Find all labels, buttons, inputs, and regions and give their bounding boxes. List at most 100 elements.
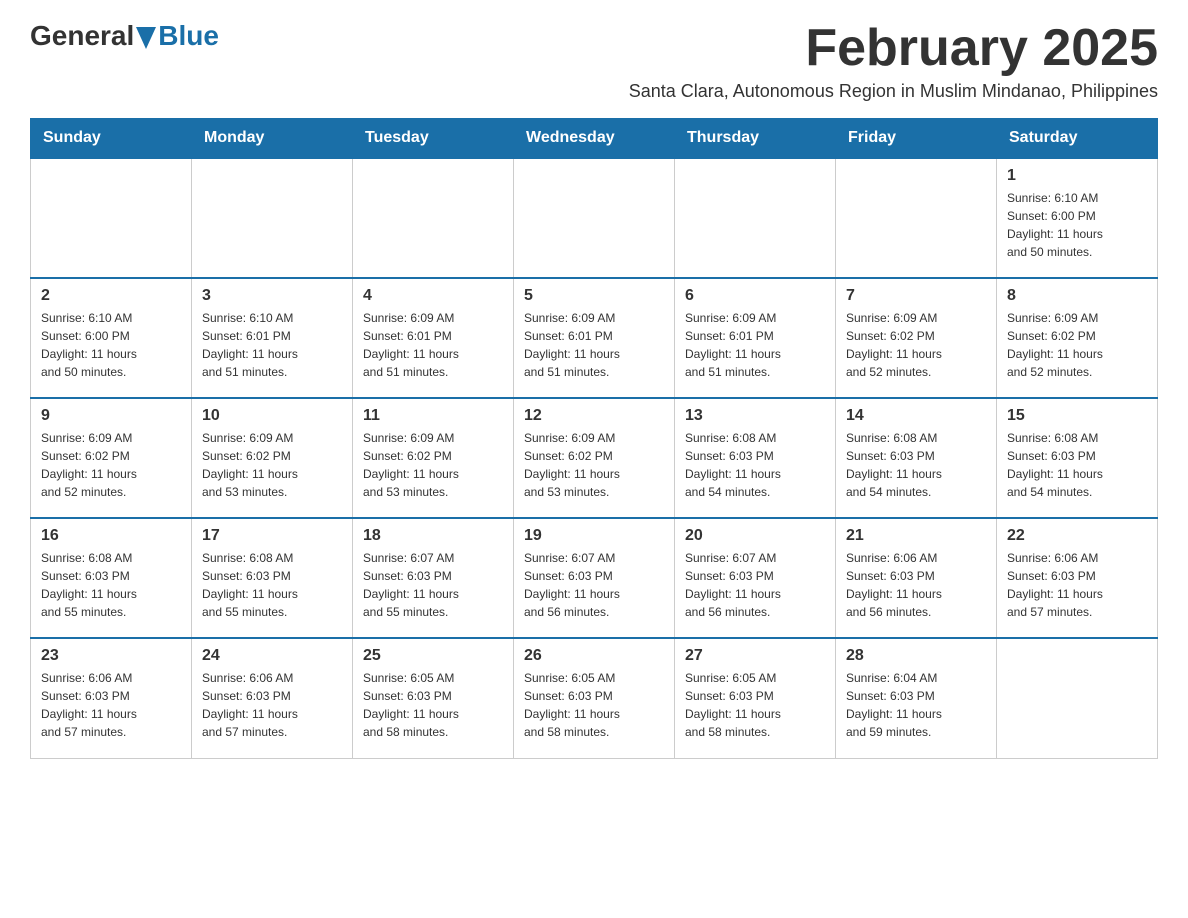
- day-info: Sunrise: 6:09 AM Sunset: 6:01 PM Dayligh…: [363, 309, 503, 381]
- calendar-cell: 2 Sunrise: 6:10 AM Sunset: 6:00 PM Daylig…: [31, 278, 192, 398]
- day-info: Sunrise: 6:07 AM Sunset: 6:03 PM Dayligh…: [363, 549, 503, 621]
- day-number: 16: [41, 527, 181, 545]
- calendar-cell: 7 Sunrise: 6:09 AM Sunset: 6:02 PM Daylig…: [836, 278, 997, 398]
- day-info: Sunrise: 6:08 AM Sunset: 6:03 PM Dayligh…: [846, 429, 986, 501]
- calendar-cell: [31, 158, 192, 278]
- title-area: February 2025 Santa Clara, Autonomous Re…: [629, 20, 1158, 102]
- day-number: 5: [524, 287, 664, 305]
- logo-top: General Blue: [30, 20, 219, 52]
- day-number: 12: [524, 407, 664, 425]
- weekday-row: SundayMondayTuesdayWednesdayThursdayFrid…: [31, 119, 1158, 159]
- day-info: Sunrise: 6:09 AM Sunset: 6:02 PM Dayligh…: [41, 429, 181, 501]
- week-row-4: 23 Sunrise: 6:06 AM Sunset: 6:03 PM Dayli…: [31, 638, 1158, 758]
- day-number: 23: [41, 647, 181, 665]
- calendar-table: SundayMondayTuesdayWednesdayThursdayFrid…: [30, 118, 1158, 759]
- day-info: Sunrise: 6:09 AM Sunset: 6:02 PM Dayligh…: [202, 429, 342, 501]
- day-info: Sunrise: 6:05 AM Sunset: 6:03 PM Dayligh…: [524, 669, 664, 741]
- calendar-cell: 16 Sunrise: 6:08 AM Sunset: 6:03 PM Dayli…: [31, 518, 192, 638]
- day-info: Sunrise: 6:06 AM Sunset: 6:03 PM Dayligh…: [202, 669, 342, 741]
- calendar-cell: 17 Sunrise: 6:08 AM Sunset: 6:03 PM Dayli…: [192, 518, 353, 638]
- day-number: 4: [363, 287, 503, 305]
- logo-general-text: General: [30, 20, 134, 52]
- calendar-cell: 14 Sunrise: 6:08 AM Sunset: 6:03 PM Dayli…: [836, 398, 997, 518]
- day-info: Sunrise: 6:08 AM Sunset: 6:03 PM Dayligh…: [202, 549, 342, 621]
- day-number: 21: [846, 527, 986, 545]
- week-row-1: 2 Sunrise: 6:10 AM Sunset: 6:00 PM Daylig…: [31, 278, 1158, 398]
- day-info: Sunrise: 6:06 AM Sunset: 6:03 PM Dayligh…: [41, 669, 181, 741]
- day-number: 15: [1007, 407, 1147, 425]
- calendar-cell: 20Sunrise: 6:07 AM Sunset: 6:03 PM Dayli…: [675, 518, 836, 638]
- day-info: Sunrise: 6:06 AM Sunset: 6:03 PM Dayligh…: [1007, 549, 1147, 621]
- calendar-cell: 24Sunrise: 6:06 AM Sunset: 6:03 PM Dayli…: [192, 638, 353, 758]
- day-info: Sunrise: 6:09 AM Sunset: 6:01 PM Dayligh…: [685, 309, 825, 381]
- day-number: 9: [41, 407, 181, 425]
- day-number: 1: [1007, 167, 1147, 185]
- day-number: 17: [202, 527, 342, 545]
- calendar-cell: 11 Sunrise: 6:09 AM Sunset: 6:02 PM Dayli…: [353, 398, 514, 518]
- day-info: Sunrise: 6:04 AM Sunset: 6:03 PM Dayligh…: [846, 669, 986, 741]
- calendar-cell: [192, 158, 353, 278]
- logo: General Blue: [30, 20, 219, 52]
- day-info: Sunrise: 6:05 AM Sunset: 6:03 PM Dayligh…: [363, 669, 503, 741]
- day-number: 18: [363, 527, 503, 545]
- day-info: Sunrise: 6:06 AM Sunset: 6:03 PM Dayligh…: [846, 549, 986, 621]
- calendar-cell: 19Sunrise: 6:07 AM Sunset: 6:03 PM Dayli…: [514, 518, 675, 638]
- day-info: Sunrise: 6:09 AM Sunset: 6:02 PM Dayligh…: [1007, 309, 1147, 381]
- week-row-2: 9 Sunrise: 6:09 AM Sunset: 6:02 PM Daylig…: [31, 398, 1158, 518]
- day-info: Sunrise: 6:10 AM Sunset: 6:01 PM Dayligh…: [202, 309, 342, 381]
- calendar-cell: 22 Sunrise: 6:06 AM Sunset: 6:03 PM Dayli…: [997, 518, 1158, 638]
- day-info: Sunrise: 6:08 AM Sunset: 6:03 PM Dayligh…: [685, 429, 825, 501]
- day-info: Sunrise: 6:07 AM Sunset: 6:03 PM Dayligh…: [685, 549, 825, 621]
- day-info: Sunrise: 6:08 AM Sunset: 6:03 PM Dayligh…: [1007, 429, 1147, 501]
- day-number: 19: [524, 527, 664, 545]
- day-info: Sunrise: 6:09 AM Sunset: 6:02 PM Dayligh…: [363, 429, 503, 501]
- week-row-0: 1 Sunrise: 6:10 AM Sunset: 6:00 PM Daylig…: [31, 158, 1158, 278]
- logo-blue-text: Blue: [158, 20, 219, 52]
- calendar-title: February 2025: [629, 20, 1158, 77]
- calendar-cell: 10 Sunrise: 6:09 AM Sunset: 6:02 PM Dayli…: [192, 398, 353, 518]
- day-info: Sunrise: 6:10 AM Sunset: 6:00 PM Dayligh…: [41, 309, 181, 381]
- weekday-header-sunday: Sunday: [31, 119, 192, 159]
- calendar-cell: 5 Sunrise: 6:09 AM Sunset: 6:01 PM Daylig…: [514, 278, 675, 398]
- calendar-cell: 23 Sunrise: 6:06 AM Sunset: 6:03 PM Dayli…: [31, 638, 192, 758]
- calendar-cell: 27Sunrise: 6:05 AM Sunset: 6:03 PM Dayli…: [675, 638, 836, 758]
- header-area: General Blue February 2025 Santa Clara, …: [30, 20, 1158, 102]
- calendar-subtitle: Santa Clara, Autonomous Region in Muslim…: [629, 81, 1158, 102]
- weekday-header-wednesday: Wednesday: [514, 119, 675, 159]
- day-number: 11: [363, 407, 503, 425]
- calendar-cell: 21 Sunrise: 6:06 AM Sunset: 6:03 PM Dayli…: [836, 518, 997, 638]
- day-number: 6: [685, 287, 825, 305]
- day-info: Sunrise: 6:09 AM Sunset: 6:02 PM Dayligh…: [846, 309, 986, 381]
- week-row-3: 16 Sunrise: 6:08 AM Sunset: 6:03 PM Dayli…: [31, 518, 1158, 638]
- weekday-header-friday: Friday: [836, 119, 997, 159]
- calendar-cell: 6 Sunrise: 6:09 AM Sunset: 6:01 PM Daylig…: [675, 278, 836, 398]
- calendar-cell: [675, 158, 836, 278]
- day-number: 28: [846, 647, 986, 665]
- day-number: 10: [202, 407, 342, 425]
- calendar-cell: 1 Sunrise: 6:10 AM Sunset: 6:00 PM Daylig…: [997, 158, 1158, 278]
- calendar-header: SundayMondayTuesdayWednesdayThursdayFrid…: [31, 119, 1158, 159]
- day-info: Sunrise: 6:10 AM Sunset: 6:00 PM Dayligh…: [1007, 189, 1147, 261]
- day-info: Sunrise: 6:05 AM Sunset: 6:03 PM Dayligh…: [685, 669, 825, 741]
- day-number: 13: [685, 407, 825, 425]
- day-number: 3: [202, 287, 342, 305]
- calendar-cell: 4 Sunrise: 6:09 AM Sunset: 6:01 PM Daylig…: [353, 278, 514, 398]
- calendar-cell: [836, 158, 997, 278]
- day-number: 22: [1007, 527, 1147, 545]
- calendar-cell: 25 Sunrise: 6:05 AM Sunset: 6:03 PM Dayli…: [353, 638, 514, 758]
- calendar-body: 1 Sunrise: 6:10 AM Sunset: 6:00 PM Daylig…: [31, 158, 1158, 758]
- calendar-cell: 8Sunrise: 6:09 AM Sunset: 6:02 PM Daylig…: [997, 278, 1158, 398]
- day-number: 7: [846, 287, 986, 305]
- day-number: 25: [363, 647, 503, 665]
- day-number: 2: [41, 287, 181, 305]
- calendar-cell: [353, 158, 514, 278]
- day-info: Sunrise: 6:09 AM Sunset: 6:01 PM Dayligh…: [524, 309, 664, 381]
- day-number: 14: [846, 407, 986, 425]
- calendar-cell: [997, 638, 1158, 758]
- weekday-header-saturday: Saturday: [997, 119, 1158, 159]
- day-info: Sunrise: 6:08 AM Sunset: 6:03 PM Dayligh…: [41, 549, 181, 621]
- weekday-header-thursday: Thursday: [675, 119, 836, 159]
- calendar-cell: 28 Sunrise: 6:04 AM Sunset: 6:03 PM Dayli…: [836, 638, 997, 758]
- calendar-cell: 26 Sunrise: 6:05 AM Sunset: 6:03 PM Dayli…: [514, 638, 675, 758]
- day-number: 26: [524, 647, 664, 665]
